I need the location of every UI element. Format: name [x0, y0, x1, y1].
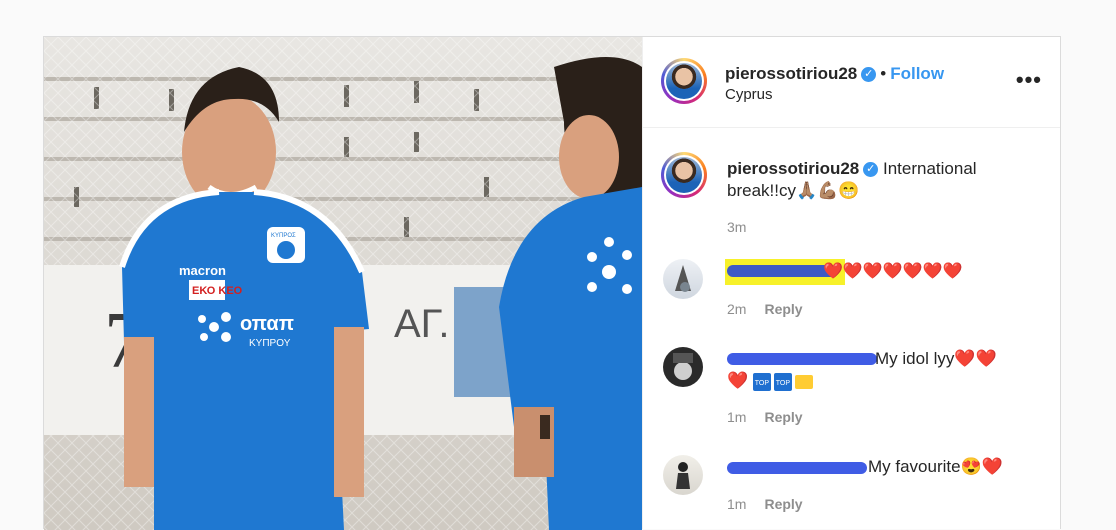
reply-button[interactable]: Reply	[764, 496, 802, 512]
redacted-username	[727, 265, 837, 277]
verified-badge-icon: ✓	[861, 67, 877, 83]
top-emoji-icon: TOP	[773, 372, 792, 391]
comment-timestamp[interactable]: 2m	[727, 301, 746, 317]
svg-text:ΕΚΟ KEO: ΕΚΟ KEO	[192, 285, 243, 297]
caption: pierossotiriou28 ✓ International break!!c…	[727, 158, 1007, 202]
comment-timestamp[interactable]: 1m	[727, 409, 746, 425]
comment-meta: 1m Reply	[727, 409, 803, 425]
svg-text:macron: macron	[179, 263, 226, 278]
reply-button[interactable]: Reply	[764, 301, 802, 317]
location-link[interactable]: Cyprus	[725, 86, 773, 103]
football-players-photo: 7 ΑΓ. macron ΕΚΟ KEO ΚΥΠΡΟΣ οπαπ ΚΥΠΡΟΥ	[44, 37, 642, 530]
comment-text-line2: ❤️ TOP TOP	[727, 371, 813, 391]
caption-username[interactable]: pierossotiriou28	[727, 159, 859, 178]
post-details-panel: pierossotiriou28 ✓ • Follow Cyprus ••• pier…	[642, 37, 1060, 529]
comment-text: ❤️❤️❤️❤️❤️❤️❤️	[823, 263, 963, 280]
svg-text:οπαπ: οπαπ	[240, 313, 294, 335]
instagram-post: 7 ΑΓ. macron ΕΚΟ KEO ΚΥΠΡΟΣ οπαπ ΚΥΠΡΟΥ	[43, 36, 1061, 530]
comment-meta: 2m Reply	[727, 301, 803, 317]
comment-text: My idol lyy❤️❤️	[875, 349, 997, 368]
more-options-icon[interactable]: •••	[1016, 67, 1042, 93]
redacted-username	[727, 462, 867, 474]
comment-meta: 1m Reply	[727, 496, 803, 512]
comment-text: My favourite😍❤️	[868, 457, 1003, 476]
verified-badge-icon: ✓	[863, 162, 879, 178]
redacted-username	[727, 353, 877, 365]
svg-text:ΚΥΠΡΟΣ: ΚΥΠΡΟΣ	[271, 233, 296, 239]
caption-timestamp[interactable]: 3m	[727, 219, 746, 235]
caption-avatar[interactable]	[661, 152, 707, 198]
author-avatar[interactable]	[661, 58, 707, 104]
reply-button[interactable]: Reply	[764, 409, 802, 425]
follow-button[interactable]: Follow	[890, 64, 944, 83]
svg-text:ΚΥΠΡΟΥ: ΚΥΠΡΟΥ	[249, 338, 291, 349]
commenter-avatar[interactable]	[663, 259, 703, 299]
commenter-avatar[interactable]	[663, 347, 703, 387]
author-username[interactable]: pierossotiriou28	[725, 64, 857, 83]
commenter-avatar[interactable]	[663, 455, 703, 495]
top-emoji-icon: TOP	[752, 372, 771, 391]
post-photo[interactable]: 7 ΑΓ. macron ΕΚΟ KEO ΚΥΠΡΟΣ οπαπ ΚΥΠΡΟΥ	[44, 37, 642, 530]
heart-emoji: ❤️	[727, 371, 749, 390]
comment-timestamp[interactable]: 1m	[727, 496, 746, 512]
crown-emoji-icon	[794, 374, 813, 389]
svg-text:ΑΓ.: ΑΓ.	[394, 302, 449, 346]
post-header: pierossotiriou28 ✓ • Follow Cyprus •••	[643, 37, 1060, 128]
separator-dot: •	[880, 64, 887, 83]
